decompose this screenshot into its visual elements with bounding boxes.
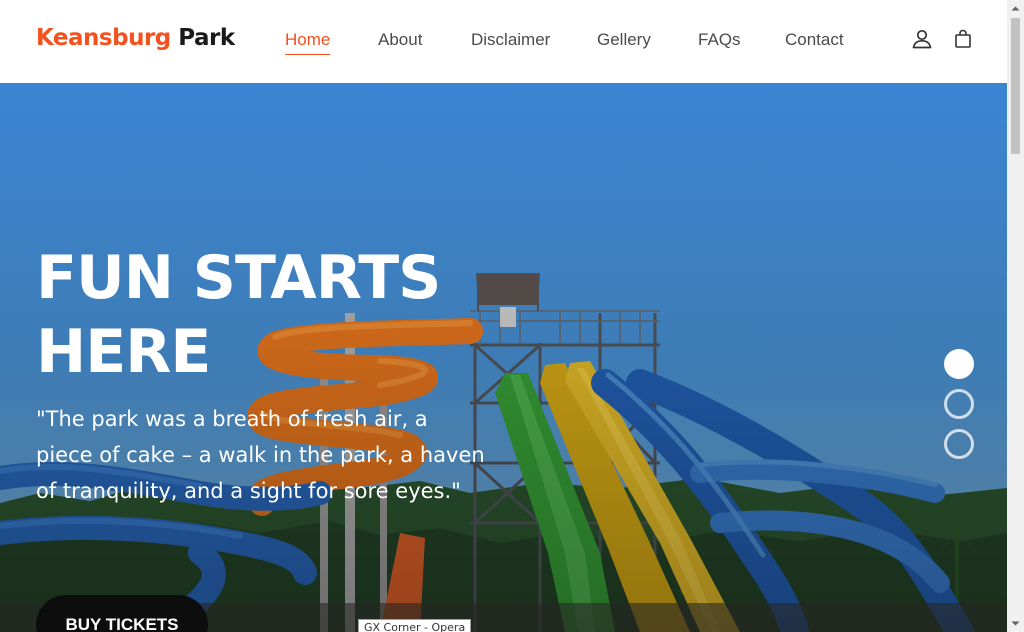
- slider-dot-2[interactable]: [944, 389, 974, 419]
- scroll-down-arrow-icon[interactable]: [1007, 615, 1024, 632]
- site-logo[interactable]: Keansburg Park: [36, 25, 235, 51]
- scrollbar-thumb[interactable]: [1011, 18, 1020, 154]
- page: Keansburg Park Home About Disclaimer Gel…: [0, 0, 1024, 632]
- page-scrollbar[interactable]: [1007, 0, 1024, 632]
- shopping-bag-icon[interactable]: [952, 28, 974, 50]
- slider-dot-1[interactable]: [944, 349, 974, 379]
- site-header: Keansburg Park Home About Disclaimer Gel…: [0, 0, 1007, 83]
- hero-banner: FUN STARTS HERE "The park was a breath o…: [0, 83, 1007, 632]
- nav-contact-link[interactable]: Contact: [785, 30, 844, 50]
- nav-about-link[interactable]: About: [378, 30, 422, 50]
- nav-home-link[interactable]: Home: [285, 30, 331, 55]
- buy-tickets-button[interactable]: BUY TICKETS: [36, 595, 208, 632]
- nav-disclaimer-link[interactable]: Disclaimer: [471, 30, 550, 50]
- hero-title-line2: HERE: [36, 317, 211, 387]
- hero-title-line1: FUN STARTS: [36, 243, 441, 313]
- logo-brand-primary: Keansburg: [36, 25, 171, 51]
- browser-tooltip: GX Corner - Opera: [358, 619, 472, 632]
- hero-title: FUN STARTS HERE: [36, 241, 516, 389]
- hero-quote: "The park was a breath of fresh air, a p…: [36, 407, 485, 503]
- user-icon[interactable]: [911, 28, 933, 50]
- slider-dot-3[interactable]: [944, 429, 974, 459]
- nav-faqs-link[interactable]: FAQs: [698, 30, 741, 50]
- logo-brand-secondary: Park: [178, 25, 235, 51]
- nav-gallery-link[interactable]: Gellery: [597, 30, 651, 50]
- scroll-up-arrow-icon[interactable]: [1007, 0, 1024, 17]
